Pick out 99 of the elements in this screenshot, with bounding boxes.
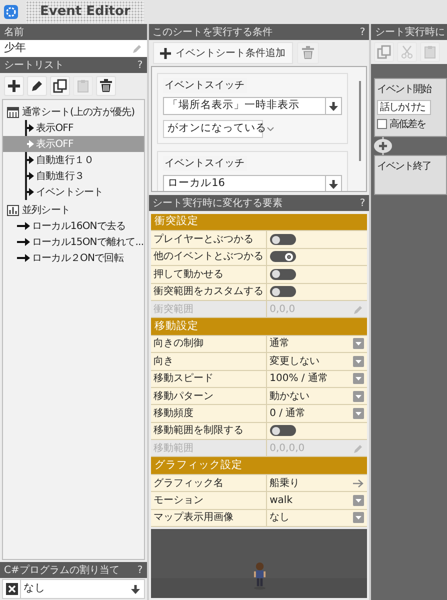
trash-icon [99, 79, 113, 93]
pencil-icon [132, 43, 143, 54]
select-value[interactable]: なし [270, 510, 290, 526]
tree-item[interactable]: イベントシート [27, 184, 144, 200]
section-header: 移動設定 [150, 318, 368, 336]
node-title: イベント終了 [377, 160, 432, 174]
node-title: イベント開始 [377, 83, 433, 97]
toggle-switch[interactable] [270, 286, 296, 298]
select-value[interactable]: 動かない [270, 388, 310, 404]
close-icon [6, 583, 18, 595]
property-label: 向き [150, 353, 267, 370]
property-label: プレイヤーとぶつかる [150, 231, 267, 248]
property-label: 向きの制御 [150, 336, 267, 352]
switch-select[interactable]: ローカル16 [162, 175, 342, 191]
dropdown-icon[interactable] [353, 408, 364, 419]
property-label: 移動範囲を制限する [150, 422, 267, 440]
property-label: 他のイベントとぶつかる [150, 248, 267, 266]
dropdown-icon[interactable] [353, 390, 364, 402]
property-label: 衝突範囲 [150, 300, 267, 318]
dropdown-icon[interactable] [353, 512, 364, 524]
property-label: マップ表示用画像 [150, 510, 267, 526]
copy-icon [53, 79, 67, 93]
help-icon[interactable]: ? [137, 562, 143, 578]
section-header: 衝突設定 [150, 214, 368, 232]
field-label: 名前 [4, 26, 24, 40]
dropdown-icon[interactable] [353, 494, 364, 506]
tree-item[interactable]: ローカル２ONで回転 [17, 250, 144, 266]
select-value[interactable]: walk [270, 492, 293, 508]
name-field[interactable]: 少年 [0, 40, 147, 57]
paste-icon [76, 79, 90, 93]
dropdown-icon[interactable] [353, 338, 364, 350]
select-value[interactable]: 変更しない [270, 354, 320, 369]
panel-title: シート実行時に変化する要素 [152, 196, 283, 210]
copy-button[interactable] [50, 76, 70, 96]
window-title: Event Editor [26, 1, 144, 23]
help-icon[interactable]: ? [137, 58, 143, 72]
property-value[interactable]: 船乗り [270, 476, 300, 491]
panel-title: シート実行時に [375, 26, 446, 40]
add-condition-button[interactable]: イベントシート条件追加 [152, 42, 293, 64]
property-value: 0,0,0 [270, 302, 296, 317]
add-button[interactable] [4, 76, 24, 96]
toggle-switch[interactable] [270, 425, 296, 436]
property-label: 押して動かせる [150, 266, 267, 283]
property-label: 衝突範囲をカスタムする [150, 284, 267, 300]
paste-icon [423, 45, 438, 59]
select-value[interactable]: 0 / 通常 [270, 406, 306, 421]
add-icon [160, 48, 171, 58]
trigger-field[interactable]: 話しかけた [377, 100, 432, 114]
property-label: 移動範囲 [150, 440, 267, 456]
scissors-icon [400, 45, 414, 59]
clear-button[interactable] [6, 583, 18, 595]
pencil-icon [30, 79, 44, 93]
property-value: 0,0,0,0 [270, 442, 305, 456]
pencil-button[interactable] [27, 76, 47, 96]
tree-item[interactable]: 自動進行１０ [27, 152, 144, 168]
panel-title: このシートを実行する条件 [152, 26, 273, 40]
dropdown-icon[interactable] [353, 373, 364, 384]
toggle-switch[interactable] [270, 251, 296, 262]
chart-icon [7, 204, 19, 216]
tree-item[interactable]: ローカル15ONで離れて... [17, 234, 144, 250]
scrollbar[interactable] [359, 81, 362, 161]
toggle-switch[interactable] [270, 234, 296, 246]
panel-title: C#プログラムの割り当て [4, 564, 120, 578]
help-icon[interactable]: ? [360, 24, 366, 40]
toggle-switch[interactable] [270, 268, 296, 280]
trash-icon [300, 46, 315, 60]
trash-button[interactable] [96, 76, 116, 96]
app-icon [4, 5, 18, 19]
tree-item[interactable]: 表示OFF [27, 120, 144, 136]
dropdown-icon[interactable] [353, 356, 364, 367]
checkbox[interactable] [377, 119, 388, 129]
arrow-icon [17, 222, 30, 230]
property-label: グラフィック名 [150, 474, 267, 492]
arrow-icon [17, 238, 30, 246]
arrow-icon[interactable] [353, 478, 364, 488]
select-value[interactable]: 100% / 通常 [270, 371, 328, 386]
copy-icon [377, 45, 392, 59]
property-label: 移動頻度 [150, 405, 267, 422]
sheet-icon [7, 106, 19, 118]
help-icon[interactable]: ? [360, 196, 366, 210]
down-arrow-icon [329, 102, 338, 110]
add-node-icon[interactable] [372, 136, 394, 154]
switch-select[interactable]: 「場所名表示」一時非表示 [162, 97, 342, 115]
tree-item[interactable]: 通常シート(上の方が優先) [3, 104, 144, 120]
select-value[interactable]: 通常 [270, 336, 290, 352]
down-arrow-icon [329, 180, 338, 188]
add-icon [7, 79, 21, 93]
chevron-icon [266, 127, 274, 131]
tree-item[interactable]: ローカル16ONで去る [17, 218, 144, 234]
checkbox-label: 高低差を [390, 118, 426, 132]
section-header: グラフィック設定 [150, 457, 368, 475]
tree-item[interactable]: 自動進行３ [27, 168, 144, 184]
tree-item[interactable]: 並列シート [3, 202, 144, 218]
property-label: 移動スピード [150, 370, 267, 387]
property-label: 移動パターン [150, 388, 267, 404]
down-arrow-icon [131, 584, 140, 594]
arrow-icon [17, 254, 30, 262]
property-label: モーション [150, 492, 267, 509]
panel-title: シートリスト [4, 58, 64, 72]
